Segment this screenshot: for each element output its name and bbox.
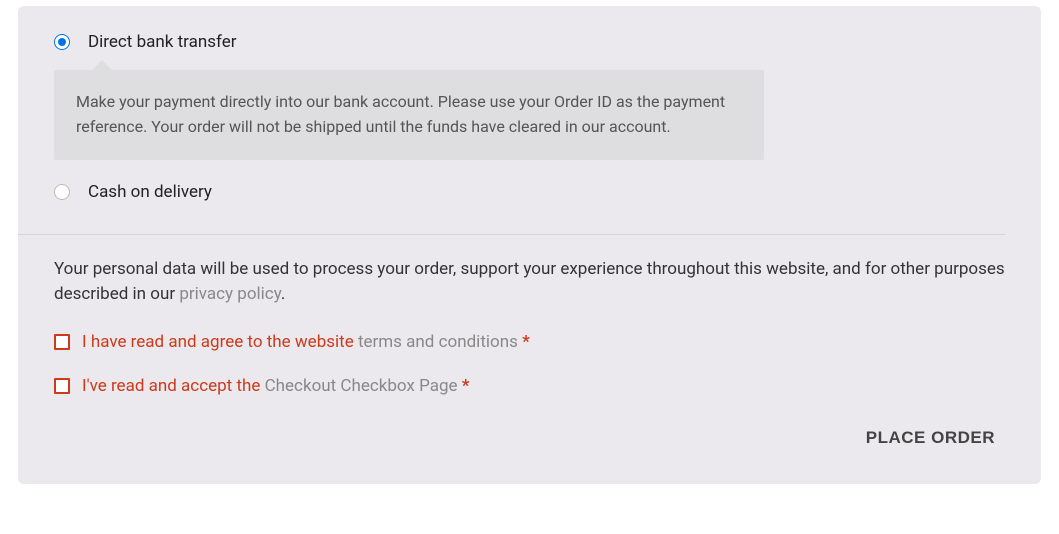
required-star-icon: * bbox=[522, 332, 530, 352]
checkbox-page[interactable] bbox=[54, 378, 70, 394]
consent-checkbox-page-prefix: I've read and accept the bbox=[82, 376, 265, 396]
consent-terms-prefix: I have read and agree to the website bbox=[82, 332, 358, 352]
privacy-text: Your personal data will be used to proce… bbox=[54, 257, 1005, 308]
consent-text-checkbox-page: I've read and accept the Checkout Checkb… bbox=[82, 376, 469, 396]
payment-description-text: Make your payment directly into our bank… bbox=[54, 70, 764, 160]
consent-row-terms: I have read and agree to the website ter… bbox=[54, 332, 1005, 352]
consent-section: I have read and agree to the website ter… bbox=[18, 308, 1041, 396]
privacy-policy-link[interactable]: privacy policy bbox=[179, 284, 281, 304]
place-order-row: PLACE ORDER bbox=[18, 420, 1041, 484]
consent-row-checkbox-page: I've read and accept the Checkout Checkb… bbox=[54, 376, 1005, 396]
required-star-icon: * bbox=[462, 376, 470, 396]
checkout-panel: Direct bank transfer Make your payment d… bbox=[18, 6, 1041, 484]
privacy-notice: Your personal data will be used to proce… bbox=[18, 235, 1041, 308]
radio-unselected-icon[interactable] bbox=[54, 184, 70, 200]
checkbox-terms[interactable] bbox=[54, 334, 70, 350]
payment-label-cod: Cash on delivery bbox=[88, 182, 212, 202]
checkout-checkbox-page-link[interactable]: Checkout Checkbox Page bbox=[265, 376, 458, 396]
payment-description-tooltip: Make your payment directly into our bank… bbox=[54, 70, 1005, 160]
privacy-text-suffix: . bbox=[281, 284, 285, 304]
place-order-button[interactable]: PLACE ORDER bbox=[866, 420, 995, 456]
payment-option-cod[interactable]: Cash on delivery bbox=[54, 182, 1005, 202]
payment-option-bank-transfer[interactable]: Direct bank transfer bbox=[54, 32, 1005, 52]
radio-selected-icon[interactable] bbox=[54, 34, 70, 50]
terms-and-conditions-link[interactable]: terms and conditions bbox=[358, 332, 518, 352]
payment-methods-section: Direct bank transfer Make your payment d… bbox=[18, 6, 1041, 234]
payment-label-bank-transfer: Direct bank transfer bbox=[88, 32, 236, 52]
consent-text-terms: I have read and agree to the website ter… bbox=[82, 332, 530, 352]
